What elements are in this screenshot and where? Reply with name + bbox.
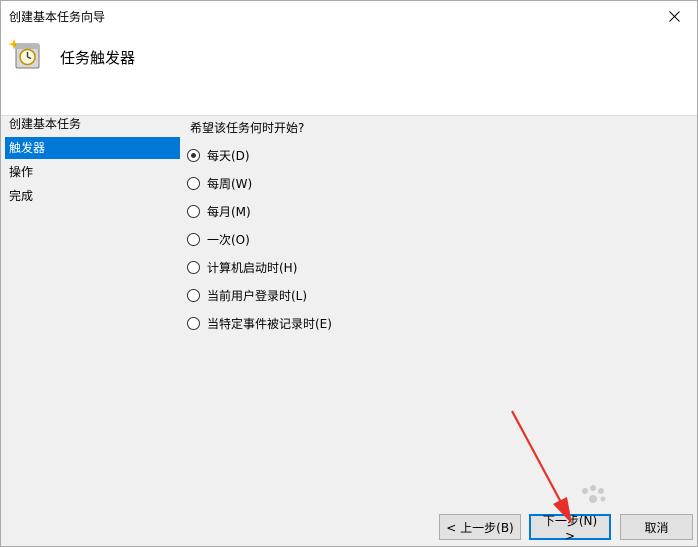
radio-label: 一次(O): [207, 232, 250, 247]
radio-label: 当特定事件被记录时(E): [207, 316, 332, 331]
next-button[interactable]: 下一步(N) >: [529, 514, 611, 543]
radio-monthly[interactable]: 每月(M): [187, 201, 251, 221]
radio-on-event[interactable]: 当特定事件被记录时(E): [187, 313, 332, 333]
radio-weekly[interactable]: 每周(W): [187, 173, 252, 193]
radio-label: 每月(M): [207, 204, 251, 219]
back-button[interactable]: < 上一步(B): [439, 514, 521, 540]
radio-daily[interactable]: 每天(D): [187, 145, 250, 165]
sidebar-item-trigger: 触发器: [5, 137, 180, 159]
radio-at-startup[interactable]: 计算机启动时(H): [187, 257, 297, 277]
title-bar: 创建基本任务向导: [1, 1, 697, 31]
radio-label: 每周(W): [207, 176, 253, 191]
sidebar-item-action: 操作: [9, 165, 34, 179]
task-clock-icon: [8, 39, 40, 69]
sidebar-item-create-task: 创建基本任务: [9, 117, 82, 131]
wizard-header: 任务触发器: [1, 31, 697, 116]
radio-indicator[interactable]: [187, 288, 200, 302]
radio-indicator[interactable]: [187, 260, 200, 274]
radio-selected-dot: [191, 152, 196, 158]
cancel-button[interactable]: 取消: [620, 514, 693, 540]
page-title: 任务触发器: [60, 49, 136, 67]
radio-once[interactable]: 一次(O): [187, 229, 250, 249]
radio-indicator[interactable]: [187, 232, 200, 246]
sidebar-item-finish: 完成: [9, 189, 34, 203]
radio-indicator[interactable]: [187, 148, 200, 162]
close-icon: [668, 10, 680, 22]
radio-at-logon[interactable]: 当前用户登录时(L): [187, 285, 307, 305]
radio-indicator[interactable]: [187, 316, 200, 330]
radio-label: 每天(D): [207, 148, 250, 163]
radio-indicator[interactable]: [187, 204, 200, 218]
trigger-question: 希望该任务何时开始?: [190, 121, 305, 135]
radio-indicator[interactable]: [187, 176, 200, 190]
wizard-steps-sidebar: 创建基本任务 触发器 操作 完成: [5, 113, 180, 209]
radio-label: 计算机启动时(H): [207, 260, 298, 275]
radio-label: 当前用户登录时(L): [207, 288, 308, 303]
window-title: 创建基本任务向导: [9, 10, 106, 24]
wizard-window: 创建基本任务向导 任务触发器 创建基本任务 触发器 操作 完成 希望该任务何时开: [0, 0, 698, 547]
close-button[interactable]: [651, 1, 697, 31]
